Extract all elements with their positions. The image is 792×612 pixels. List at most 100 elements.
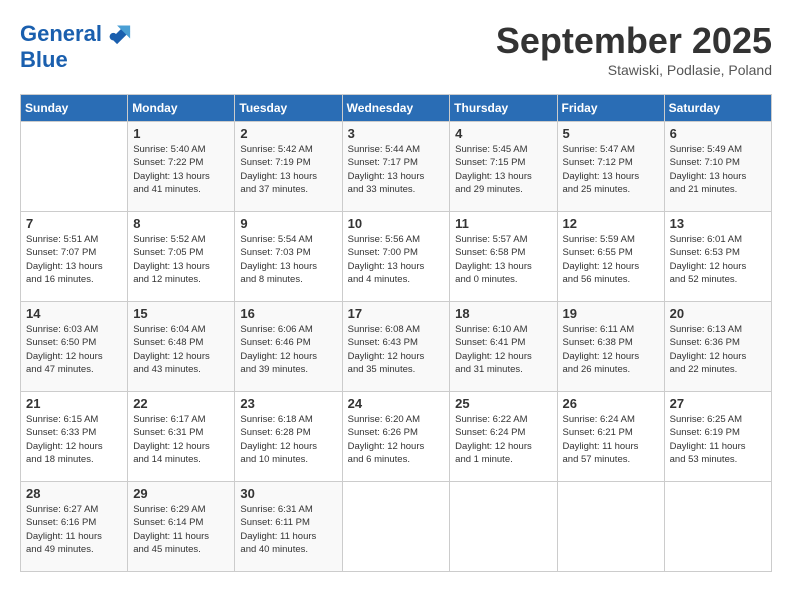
- day-info: Sunrise: 5:49 AM Sunset: 7:10 PM Dayligh…: [670, 143, 766, 196]
- day-number: 19: [563, 306, 659, 321]
- day-info: Sunrise: 6:11 AM Sunset: 6:38 PM Dayligh…: [563, 323, 659, 376]
- calendar-cell: [664, 482, 771, 572]
- calendar-cell: 28 Sunrise: 6:27 AM Sunset: 6:16 PM Dayli…: [21, 482, 128, 572]
- day-info: Sunrise: 6:24 AM Sunset: 6:21 PM Dayligh…: [563, 413, 659, 466]
- day-info: Sunrise: 5:52 AM Sunset: 7:05 PM Dayligh…: [133, 233, 229, 286]
- calendar-cell: 20Sunrise: 6:13 AM Sunset: 6:36 PM Dayli…: [664, 302, 771, 392]
- calendar-cell: 13 Sunrise: 6:01 AM Sunset: 6:53 PM Dayli…: [664, 212, 771, 302]
- day-info: Sunrise: 6:31 AM Sunset: 6:11 PM Dayligh…: [240, 503, 336, 556]
- header-thursday: Thursday: [450, 95, 557, 122]
- calendar-cell: 6 Sunrise: 5:49 AM Sunset: 7:10 PM Daylig…: [664, 122, 771, 212]
- day-info: Sunrise: 5:40 AM Sunset: 7:22 PM Dayligh…: [133, 143, 229, 196]
- day-number: 3: [348, 126, 445, 141]
- calendar-cell: 14 Sunrise: 6:03 AM Sunset: 6:50 PM Dayli…: [21, 302, 128, 392]
- day-info: Sunrise: 6:01 AM Sunset: 6:53 PM Dayligh…: [670, 233, 766, 286]
- header-friday: Friday: [557, 95, 664, 122]
- day-number: 2: [240, 126, 336, 141]
- day-number: 11: [455, 216, 551, 231]
- calendar-cell: 25 Sunrise: 6:22 AM Sunset: 6:24 PM Dayli…: [450, 392, 557, 482]
- day-number: 22: [133, 396, 229, 411]
- day-number: 27: [670, 396, 766, 411]
- logo-icon: [104, 18, 132, 46]
- day-info: Sunrise: 6:15 AM Sunset: 6:33 PM Dayligh…: [26, 413, 122, 466]
- day-number: 12: [563, 216, 659, 231]
- calendar-cell: 4Sunrise: 5:45 AM Sunset: 7:15 PM Daylig…: [450, 122, 557, 212]
- day-number: 24: [348, 396, 445, 411]
- day-info: Sunrise: 6:03 AM Sunset: 6:50 PM Dayligh…: [26, 323, 122, 376]
- calendar-cell: 12 Sunrise: 5:59 AM Sunset: 6:55 PM Dayli…: [557, 212, 664, 302]
- week-row-5: 28 Sunrise: 6:27 AM Sunset: 6:16 PM Dayli…: [21, 482, 772, 572]
- calendar-cell: 3 Sunrise: 5:44 AM Sunset: 7:17 PM Daylig…: [342, 122, 450, 212]
- week-row-1: 1 Sunrise: 5:40 AM Sunset: 7:22 PM Daylig…: [21, 122, 772, 212]
- day-info: Sunrise: 6:10 AM Sunset: 6:41 PM Dayligh…: [455, 323, 551, 376]
- day-info: Sunrise: 6:22 AM Sunset: 6:24 PM Dayligh…: [455, 413, 551, 466]
- day-info: Sunrise: 5:59 AM Sunset: 6:55 PM Dayligh…: [563, 233, 659, 286]
- day-number: 9: [240, 216, 336, 231]
- day-number: 21: [26, 396, 122, 411]
- day-info: Sunrise: 5:42 AM Sunset: 7:19 PM Dayligh…: [240, 143, 336, 196]
- calendar-cell: 24 Sunrise: 6:20 AM Sunset: 6:26 PM Dayli…: [342, 392, 450, 482]
- calendar-cell: 17Sunrise: 6:08 AM Sunset: 6:43 PM Dayli…: [342, 302, 450, 392]
- day-number: 26: [563, 396, 659, 411]
- calendar-cell: [21, 122, 128, 212]
- day-number: 30: [240, 486, 336, 501]
- day-number: 18: [455, 306, 551, 321]
- calendar-cell: 21 Sunrise: 6:15 AM Sunset: 6:33 PM Dayli…: [21, 392, 128, 482]
- day-number: 8: [133, 216, 229, 231]
- day-number: 15: [133, 306, 229, 321]
- day-info: Sunrise: 6:25 AM Sunset: 6:19 PM Dayligh…: [670, 413, 766, 466]
- day-info: Sunrise: 6:29 AM Sunset: 6:14 PM Dayligh…: [133, 503, 229, 556]
- calendar-table: SundayMondayTuesdayWednesdayThursdayFrid…: [20, 94, 772, 572]
- page-header: General Blue September 2025 Stawiski, Po…: [20, 20, 772, 78]
- header-wednesday: Wednesday: [342, 95, 450, 122]
- day-info: Sunrise: 5:51 AM Sunset: 7:07 PM Dayligh…: [26, 233, 122, 286]
- day-number: 25: [455, 396, 551, 411]
- day-info: Sunrise: 6:08 AM Sunset: 6:43 PM Dayligh…: [348, 323, 445, 376]
- day-number: 6: [670, 126, 766, 141]
- calendar-cell: 16 Sunrise: 6:06 AM Sunset: 6:46 PM Dayli…: [235, 302, 342, 392]
- calendar-cell: 1 Sunrise: 5:40 AM Sunset: 7:22 PM Daylig…: [128, 122, 235, 212]
- logo-text: General: [20, 22, 102, 46]
- day-info: Sunrise: 5:44 AM Sunset: 7:17 PM Dayligh…: [348, 143, 445, 196]
- calendar-cell: 8 Sunrise: 5:52 AM Sunset: 7:05 PM Daylig…: [128, 212, 235, 302]
- header-sunday: Sunday: [21, 95, 128, 122]
- day-info: Sunrise: 6:17 AM Sunset: 6:31 PM Dayligh…: [133, 413, 229, 466]
- day-number: 28: [26, 486, 122, 501]
- day-info: Sunrise: 5:57 AM Sunset: 6:58 PM Dayligh…: [455, 233, 551, 286]
- calendar-header-row: SundayMondayTuesdayWednesdayThursdayFrid…: [21, 95, 772, 122]
- calendar-cell: 27 Sunrise: 6:25 AM Sunset: 6:19 PM Dayli…: [664, 392, 771, 482]
- day-number: 29: [133, 486, 229, 501]
- day-info: Sunrise: 6:27 AM Sunset: 6:16 PM Dayligh…: [26, 503, 122, 556]
- location-subtitle: Stawiski, Podlasie, Poland: [496, 62, 772, 78]
- calendar-cell: 5 Sunrise: 5:47 AM Sunset: 7:12 PM Daylig…: [557, 122, 664, 212]
- day-info: Sunrise: 6:06 AM Sunset: 6:46 PM Dayligh…: [240, 323, 336, 376]
- day-number: 4: [455, 126, 551, 141]
- calendar-cell: [342, 482, 450, 572]
- day-number: 23: [240, 396, 336, 411]
- header-saturday: Saturday: [664, 95, 771, 122]
- day-info: Sunrise: 6:20 AM Sunset: 6:26 PM Dayligh…: [348, 413, 445, 466]
- week-row-4: 21 Sunrise: 6:15 AM Sunset: 6:33 PM Dayli…: [21, 392, 772, 482]
- day-number: 10: [348, 216, 445, 231]
- day-number: 1: [133, 126, 229, 141]
- day-info: Sunrise: 6:13 AM Sunset: 6:36 PM Dayligh…: [670, 323, 766, 376]
- header-monday: Monday: [128, 95, 235, 122]
- day-number: 14: [26, 306, 122, 321]
- title-block: September 2025 Stawiski, Podlasie, Polan…: [496, 20, 772, 78]
- day-number: 16: [240, 306, 336, 321]
- calendar-cell: 30 Sunrise: 6:31 AM Sunset: 6:11 PM Dayli…: [235, 482, 342, 572]
- day-info: Sunrise: 5:56 AM Sunset: 7:00 PM Dayligh…: [348, 233, 445, 286]
- logo: General Blue: [20, 20, 132, 72]
- day-info: Sunrise: 6:18 AM Sunset: 6:28 PM Dayligh…: [240, 413, 336, 466]
- calendar-cell: 10 Sunrise: 5:56 AM Sunset: 7:00 PM Dayli…: [342, 212, 450, 302]
- day-info: Sunrise: 5:47 AM Sunset: 7:12 PM Dayligh…: [563, 143, 659, 196]
- month-title: September 2025: [496, 20, 772, 62]
- calendar-cell: 2 Sunrise: 5:42 AM Sunset: 7:19 PM Daylig…: [235, 122, 342, 212]
- day-number: 13: [670, 216, 766, 231]
- day-info: Sunrise: 5:54 AM Sunset: 7:03 PM Dayligh…: [240, 233, 336, 286]
- calendar-cell: [557, 482, 664, 572]
- calendar-cell: [450, 482, 557, 572]
- calendar-cell: 23 Sunrise: 6:18 AM Sunset: 6:28 PM Dayli…: [235, 392, 342, 482]
- day-number: 5: [563, 126, 659, 141]
- calendar-cell: 15Sunrise: 6:04 AM Sunset: 6:48 PM Dayli…: [128, 302, 235, 392]
